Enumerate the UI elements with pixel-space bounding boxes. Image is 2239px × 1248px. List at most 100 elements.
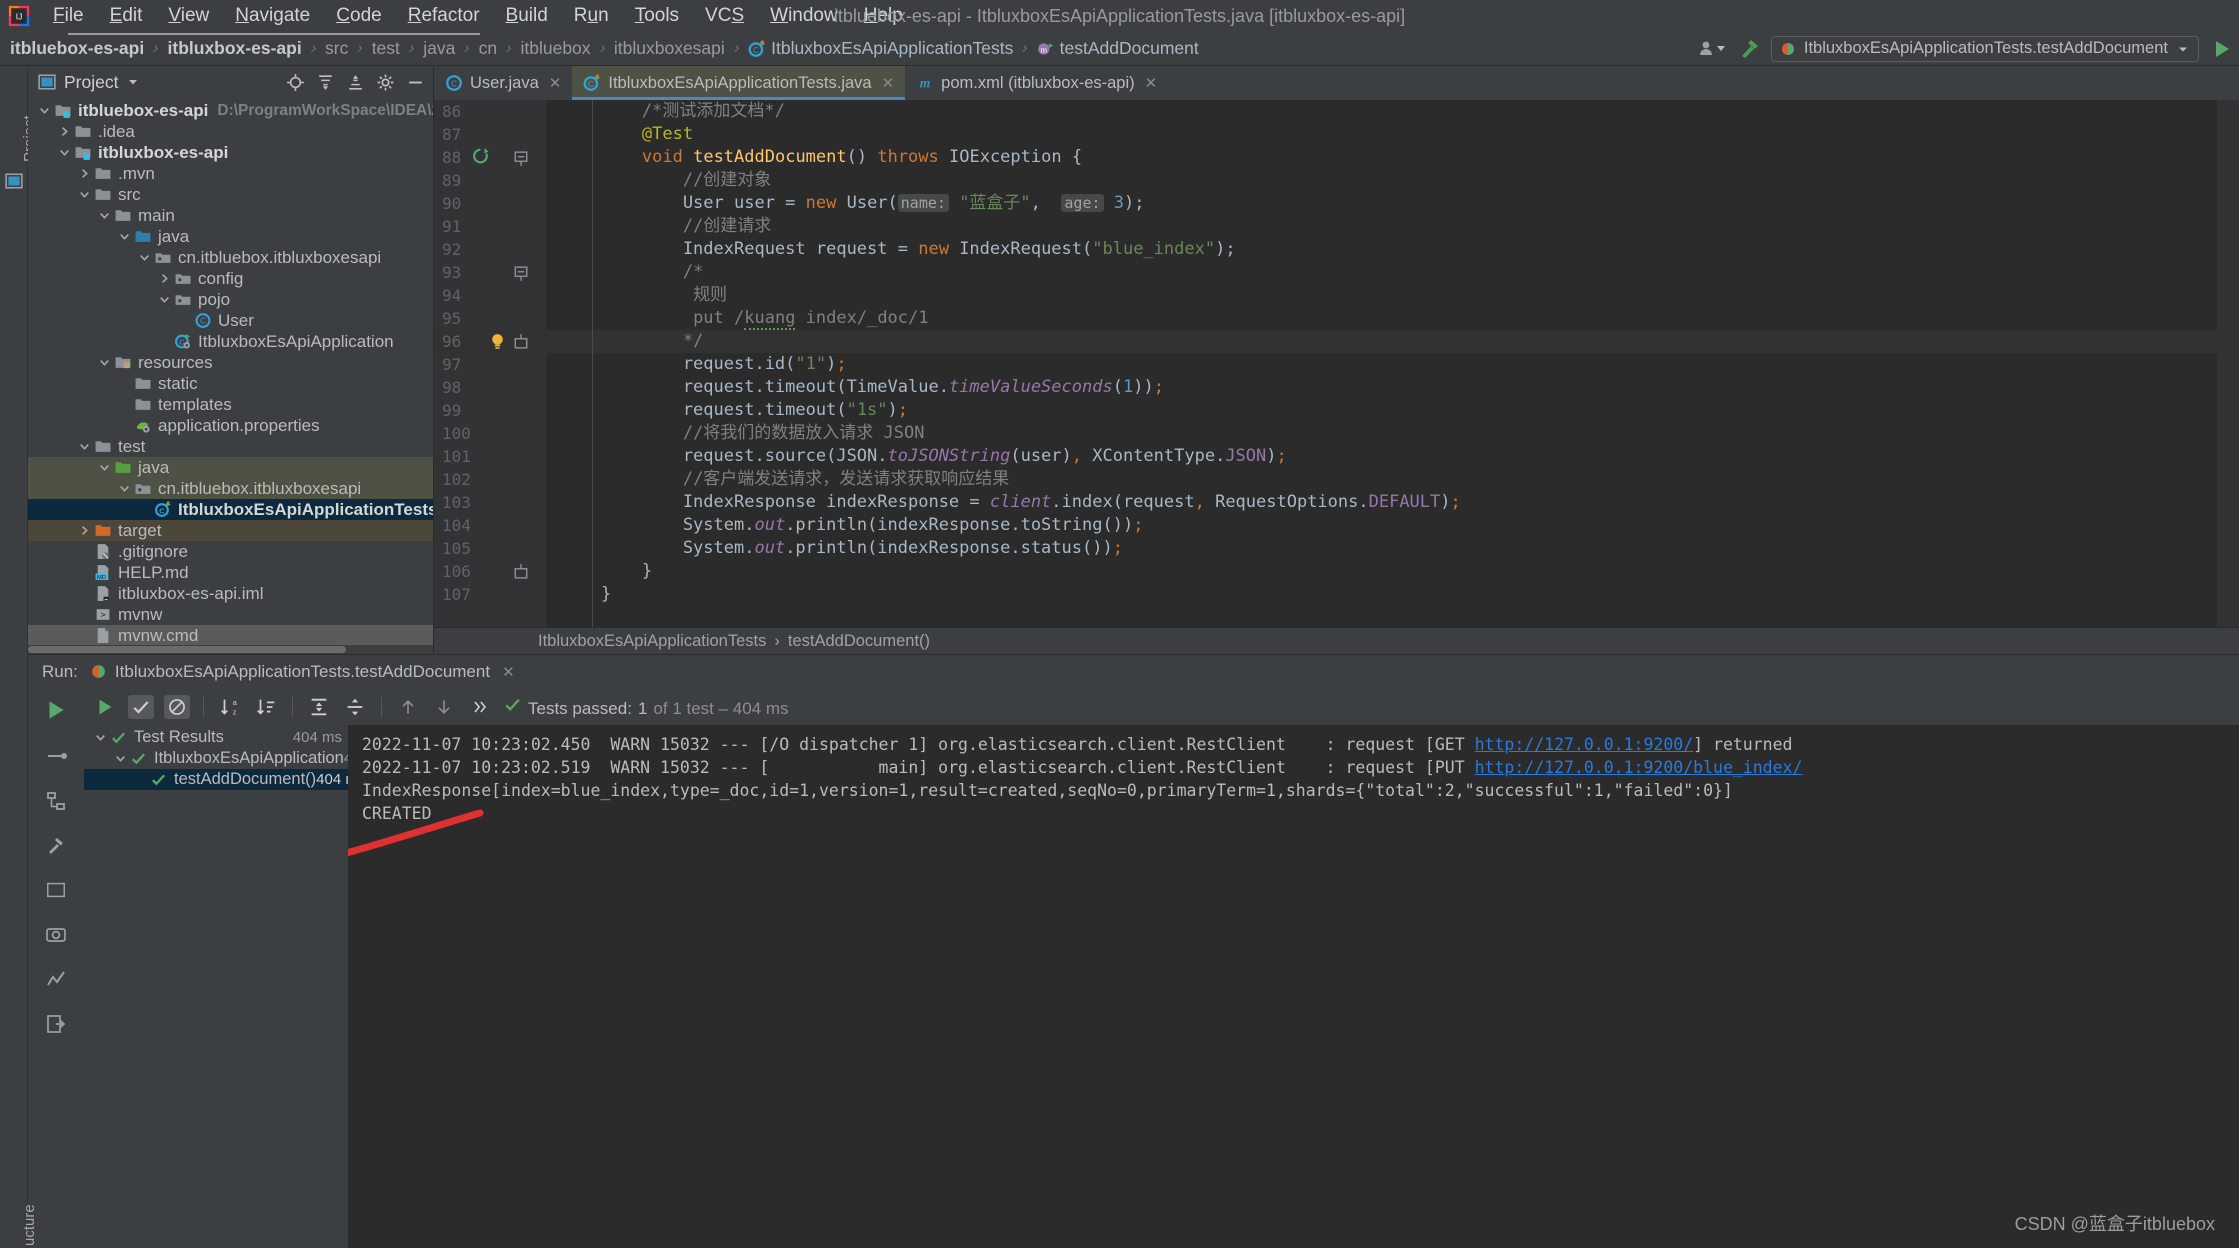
chevron-right-icon[interactable] <box>58 125 71 138</box>
breadcrumb-item-5[interactable]: cn <box>479 38 497 59</box>
project-tree-row[interactable]: main <box>28 205 433 226</box>
gutter-line[interactable]: 96 <box>434 330 546 353</box>
tree-twisty[interactable] <box>156 293 173 306</box>
project-tree-row[interactable]: templates <box>28 394 433 415</box>
gutter-line[interactable]: 106 <box>434 560 546 583</box>
chevron-down-icon[interactable] <box>58 146 71 159</box>
project-tree-row[interactable]: resources <box>28 352 433 373</box>
breadcrumb-item-2[interactable]: src <box>325 38 348 59</box>
test-results-tree[interactable]: Test Results 404 ms ItbluxboxEsApiApplicat… <box>84 725 393 1248</box>
chevron-right-icon[interactable] <box>158 272 171 285</box>
close-icon[interactable]: ✕ <box>549 74 562 92</box>
code-line[interactable]: IndexRequest request = new IndexRequest(… <box>546 238 2217 261</box>
code-line[interactable]: /* <box>546 261 2217 284</box>
project-tree-row[interactable]: itbluebox-es-api D:\ProgramWorkSpace\IDEA… <box>28 100 433 121</box>
project-tree-row[interactable]: src <box>28 184 433 205</box>
build-icon[interactable] <box>44 834 68 863</box>
close-icon[interactable]: ✕ <box>1145 74 1158 92</box>
chevron-down-icon[interactable] <box>114 752 127 765</box>
build-hammer-icon[interactable] <box>1737 37 1761 61</box>
console-link[interactable]: http://127.0.0.1:9200/ <box>1475 735 1694 754</box>
breadcrumb-item-1[interactable]: itbluxbox-es-api <box>168 38 302 59</box>
tree-twisty[interactable] <box>112 752 129 765</box>
tree-twisty[interactable] <box>96 209 113 222</box>
menu-edit[interactable]: Edit <box>97 0 156 32</box>
project-tree-row[interactable]: cn.itbluebox.itbluxboxesapi <box>28 247 433 268</box>
code-line[interactable]: } <box>546 560 2217 583</box>
project-tree-row[interactable]: MD HELP.md <box>28 562 433 583</box>
console-output[interactable]: 2022-11-07 10:23:02.450 WARN 15032 --- [… <box>348 725 2239 1248</box>
project-tree-row[interactable]: cn.itbluebox.itbluxboxesapi <box>28 478 433 499</box>
code-line[interactable]: void testAddDocument() throws IOExceptio… <box>546 146 2217 169</box>
chevron-down-icon[interactable] <box>98 356 111 369</box>
sort-by-duration-button[interactable] <box>253 695 279 719</box>
chevron-down-icon[interactable] <box>38 104 51 117</box>
rerun-button[interactable] <box>92 695 118 719</box>
gutter-line[interactable]: 98 <box>434 376 546 399</box>
breadcrumb-item-0[interactable]: itbluebox-es-api <box>10 38 144 59</box>
code-line[interactable]: request.timeout("1s"); <box>546 399 2217 422</box>
gutter-line[interactable]: 105 <box>434 537 546 560</box>
tree-twisty[interactable] <box>96 356 113 369</box>
menu-run[interactable]: Run <box>561 0 622 32</box>
tree-twisty[interactable] <box>76 188 93 201</box>
menu-tools[interactable]: Tools <box>622 0 692 32</box>
next-test-button[interactable] <box>431 695 457 719</box>
project-tree-row[interactable]: C ItbluxboxEsApiApplicationTests <box>28 499 433 520</box>
code-line[interactable]: request.timeout(TimeValue.timeValueSecon… <box>546 376 2217 399</box>
chevron-down-icon[interactable] <box>118 230 131 243</box>
run-tab[interactable]: ItbluxboxEsApiApplicationTests.testAddDo… <box>90 662 515 683</box>
project-tree-row[interactable]: config <box>28 268 433 289</box>
fold-close-icon[interactable] <box>514 332 528 355</box>
console-link[interactable]: http://127.0.0.1:9200/blue_index/ <box>1475 758 1803 777</box>
breadcrumb-item-3[interactable]: test <box>372 38 400 59</box>
code-line[interactable]: //创建请求 <box>546 215 2217 238</box>
camera-icon[interactable] <box>44 922 68 951</box>
tree-twisty[interactable] <box>96 461 113 474</box>
code-line[interactable]: IndexResponse indexResponse = client.ind… <box>546 491 2217 514</box>
code-line[interactable]: User user = new User(name: "蓝盒子", age: 3… <box>546 192 2217 215</box>
menu-code[interactable]: Code <box>323 0 394 32</box>
collapse-all-icon[interactable] <box>316 73 335 92</box>
project-tree-row[interactable]: .mvn <box>28 163 433 184</box>
breadcrumb-item-4[interactable]: java <box>423 38 455 59</box>
sort-alphabetically-button[interactable]: a z <box>217 695 243 719</box>
chevron-right-icon[interactable] <box>78 167 91 180</box>
breadcrumb-item-6[interactable]: itbluebox <box>520 38 590 59</box>
tree-twisty[interactable] <box>36 104 53 117</box>
locate-icon[interactable] <box>286 73 305 92</box>
tree-twisty[interactable] <box>76 440 93 453</box>
breadcrumb-item-7[interactable]: itbluxboxesapi <box>614 38 725 59</box>
code-line[interactable]: request.id("1"); <box>546 353 2217 376</box>
code-line[interactable]: put /kuang index/_doc/1 <box>546 307 2217 330</box>
terminal-icon[interactable] <box>45 879 67 906</box>
project-tree-row[interactable]: .gitignore <box>28 541 433 562</box>
project-tree-row[interactable]: itbluxbox-es-api.iml <box>28 583 433 604</box>
menu-view[interactable]: View <box>155 0 222 32</box>
editor-scrollbar-gutter[interactable] <box>2217 100 2239 627</box>
chevron-down-icon[interactable] <box>158 293 171 306</box>
gutter-line[interactable]: 92 <box>434 238 546 261</box>
code-line[interactable]: System.out.println(indexResponse.status(… <box>546 537 2217 560</box>
gutter-line[interactable]: 94 <box>434 284 546 307</box>
gutter-line[interactable]: 107 <box>434 583 546 606</box>
debug-icon[interactable] <box>44 744 68 773</box>
project-tree-row[interactable]: C User <box>28 310 433 331</box>
project-tree-row[interactable]: pojo <box>28 289 433 310</box>
gutter-line[interactable]: 95 <box>434 307 546 330</box>
gutter-line[interactable]: 87 <box>434 123 546 146</box>
test-tree-row[interactable]: ItbluxboxEsApiApplication404 ms <box>84 748 393 769</box>
chevron-down-icon[interactable] <box>118 482 131 495</box>
editor-breadcrumb-method[interactable]: testAddDocument() <box>788 632 930 651</box>
code-line[interactable]: request.source(JSON.toJSONString(user), … <box>546 445 2217 468</box>
project-tree-row[interactable]: itbluxbox-es-api <box>28 142 433 163</box>
tree-twisty[interactable] <box>136 251 153 264</box>
project-tree-row[interactable]: application.properties <box>28 415 433 436</box>
project-tree-row[interactable]: static <box>28 373 433 394</box>
gutter-line[interactable]: 97 <box>434 353 546 376</box>
editor-tab-pom-xml[interactable]: m pom.xml (itbluxbox-es-api) ✕ <box>905 66 1168 100</box>
code-line[interactable]: System.out.println(indexResponse.toStrin… <box>546 514 2217 537</box>
gutter-line[interactable]: 100 <box>434 422 546 445</box>
tree-twisty[interactable] <box>92 731 109 744</box>
gutter-line[interactable]: 89 <box>434 169 546 192</box>
